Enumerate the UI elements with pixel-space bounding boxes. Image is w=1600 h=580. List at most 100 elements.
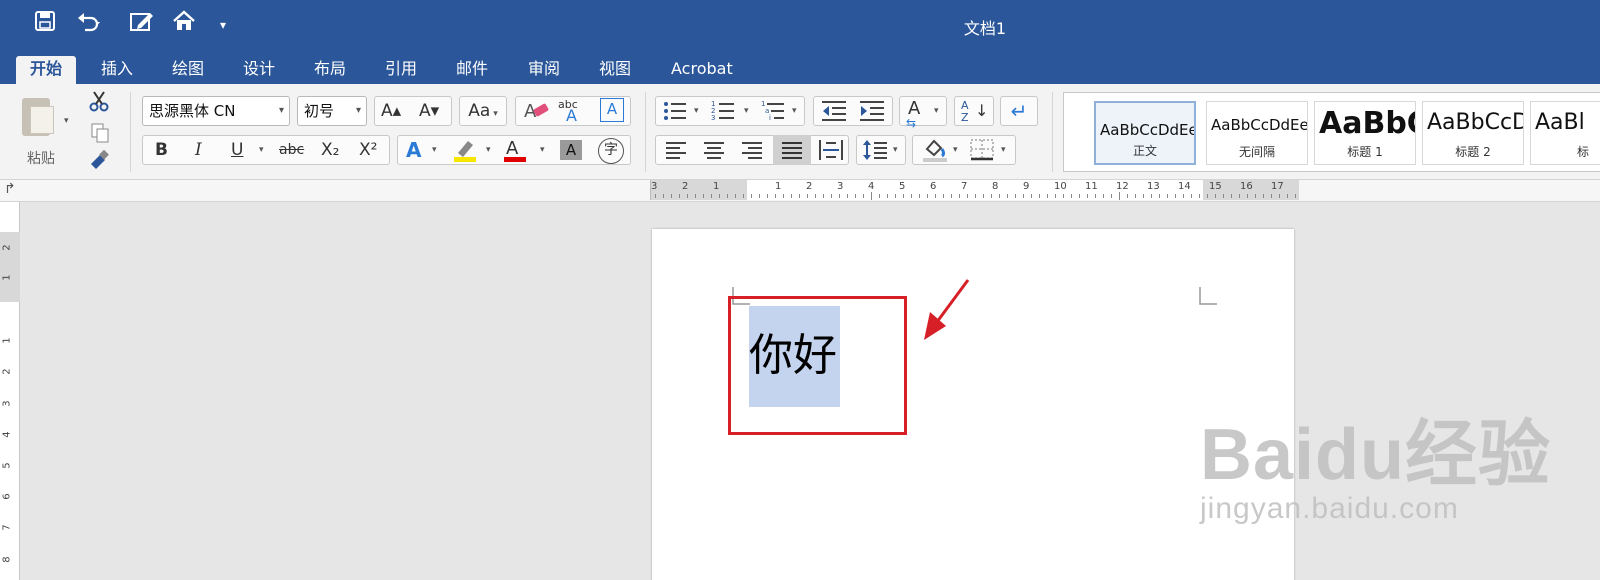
style-preview: AaBl [1535, 110, 1585, 135]
font-size-select[interactable]: 初号 ▾ [297, 96, 367, 126]
chevron-down-icon[interactable]: ▾ [432, 136, 437, 164]
chevron-down-icon: ▾ [278, 105, 284, 116]
subscript-button[interactable]: X₂ [321, 136, 339, 164]
ruler-tick [1015, 194, 1016, 198]
tab-view[interactable]: 视图 [585, 56, 645, 84]
chevron-down-icon[interactable]: ▾ [694, 97, 699, 125]
ruler-tick [735, 194, 736, 198]
ruler-tick [1239, 194, 1240, 198]
show-marks-button[interactable]: ↵ [1000, 96, 1038, 126]
chevron-down-icon[interactable]: ▾ [1001, 136, 1006, 164]
ruler-tick [807, 194, 808, 198]
horizontal-ruler[interactable]: 3 2 1 1 2 3 4 5 6 7 8 9 10 11 12 13 14 15 16 17 [650, 180, 1299, 200]
change-case-button[interactable]: Aa ▾ [459, 96, 507, 126]
asian-layout-button[interactable]: A ⇆ ▾ [899, 96, 947, 130]
paste-button[interactable]: ▾ 粘贴 [18, 92, 70, 167]
chevron-down-icon[interactable]: ▾ [486, 136, 491, 164]
chevron-down-icon[interactable]: ▾ [259, 136, 264, 164]
clear-formatting-icon[interactable]: A [522, 97, 550, 132]
ruler-tick [1063, 194, 1064, 198]
style-name: 无间隔 [1238, 145, 1275, 159]
shading-border-group: ▾ ▾ [912, 135, 1016, 165]
italic-button[interactable]: I [195, 136, 202, 164]
cut-icon[interactable] [88, 90, 110, 116]
style-no-spacing[interactable]: AaBbCcDdEe 无间隔 [1206, 101, 1308, 165]
format-painter-icon[interactable] [88, 149, 110, 174]
ruler-tick [799, 194, 800, 198]
vertical-ruler[interactable]: 2 1 1 2 3 4 5 6 7 8 [0, 202, 20, 580]
vertical-ruler-number: 2 [1, 368, 13, 375]
grow-font-button[interactable]: A▴ [381, 97, 401, 125]
paste-dropdown-icon[interactable]: ▾ [64, 116, 69, 126]
style-name: 标题 1 [1347, 145, 1383, 159]
tab-draw[interactable]: 绘图 [158, 56, 218, 84]
borders-icon[interactable] [969, 138, 995, 171]
character-shading-icon[interactable]: A [560, 140, 582, 160]
bold-button[interactable]: B [155, 136, 168, 164]
line-spacing-button[interactable]: ▾ [856, 135, 906, 165]
tab-review[interactable]: 审阅 [514, 56, 574, 84]
bullets-icon[interactable] [662, 98, 688, 133]
ruler-tick [911, 194, 912, 198]
ruler-number: 1 [775, 181, 782, 192]
chevron-down-icon[interactable]: ▾ [953, 136, 958, 164]
align-right-icon[interactable] [740, 138, 764, 171]
chevron-down-icon[interactable]: ▾ [744, 97, 749, 125]
numbering-icon[interactable]: 123 [710, 98, 736, 133]
chevron-down-icon[interactable]: ▾ [540, 136, 545, 164]
chevron-down-icon: ▾ [355, 105, 361, 116]
ruler-tick [1039, 194, 1040, 198]
copy-icon[interactable] [90, 122, 110, 148]
ruler-tick [1047, 194, 1048, 198]
tab-insert[interactable]: 插入 [87, 56, 147, 84]
text-effects-icon[interactable]: A [406, 136, 421, 164]
ruler-tick [671, 194, 672, 198]
tab-acrobat[interactable]: Acrobat [657, 56, 747, 84]
shading-icon[interactable] [921, 137, 949, 172]
tab-mailings[interactable]: 邮件 [442, 56, 502, 84]
underline-button[interactable]: U [231, 136, 243, 164]
align-center-icon[interactable] [702, 138, 726, 171]
down-arrow-icon: ↓ [975, 101, 989, 120]
decrease-indent-icon[interactable] [820, 98, 848, 133]
strikethrough-button[interactable]: abc [279, 136, 304, 164]
group-divider [1052, 92, 1053, 172]
style-heading-more[interactable]: AaBl 标 [1530, 101, 1600, 165]
ruler-tick [991, 194, 992, 198]
ruler-tick [695, 194, 696, 198]
ruler-tick [887, 194, 888, 198]
tab-selector-icon[interactable]: ↱ [4, 181, 16, 197]
ruler-tick [1183, 194, 1184, 198]
style-heading-2[interactable]: AaBbCcD 标题 2 [1422, 101, 1524, 165]
tab-design[interactable]: 设计 [229, 56, 289, 84]
ruler-number: 5 [899, 181, 906, 192]
font-family-select[interactable]: 思源黑体 CN ▾ [142, 96, 290, 126]
chevron-down-icon[interactable]: ▾ [792, 97, 797, 125]
tab-references[interactable]: 引用 [371, 56, 431, 84]
ruler-tick [1079, 194, 1080, 198]
alignment-group [655, 135, 849, 165]
ruler-tick [1103, 194, 1104, 198]
distributed-icon[interactable] [818, 138, 844, 171]
tab-home[interactable]: 开始 [16, 56, 77, 84]
justify-icon[interactable] [773, 135, 811, 165]
style-heading-1[interactable]: AaBbC 标题 1 [1314, 101, 1416, 165]
tab-layout[interactable]: 布局 [300, 56, 360, 84]
increase-indent-icon[interactable] [858, 98, 886, 133]
enclose-character-icon[interactable]: 字 [598, 138, 624, 164]
shrink-font-button[interactable]: A▾ [419, 97, 439, 125]
font-color-icon[interactable]: A [504, 135, 526, 163]
highlight-icon[interactable] [452, 139, 478, 172]
ribbon: ▾ 粘贴 思源黑体 CN ▾ 初号 ▾ A▴ A▾ Aa ▾ A abc A A… [0, 84, 1600, 180]
ruler-tick [1031, 194, 1032, 198]
sort-button[interactable]: A Z ↓ [954, 96, 994, 126]
style-normal[interactable]: AaBbCcDdEe 正文 [1094, 101, 1196, 165]
ruler-tick [823, 194, 824, 198]
character-border-icon[interactable]: A [600, 98, 624, 122]
style-name: 标 [1577, 145, 1590, 159]
multilevel-list-icon[interactable]: 1ai [760, 98, 786, 133]
ruler-tick [687, 194, 688, 198]
ruler-tick [1207, 194, 1208, 198]
align-left-icon[interactable] [664, 138, 688, 171]
superscript-button[interactable]: X² [359, 136, 377, 164]
